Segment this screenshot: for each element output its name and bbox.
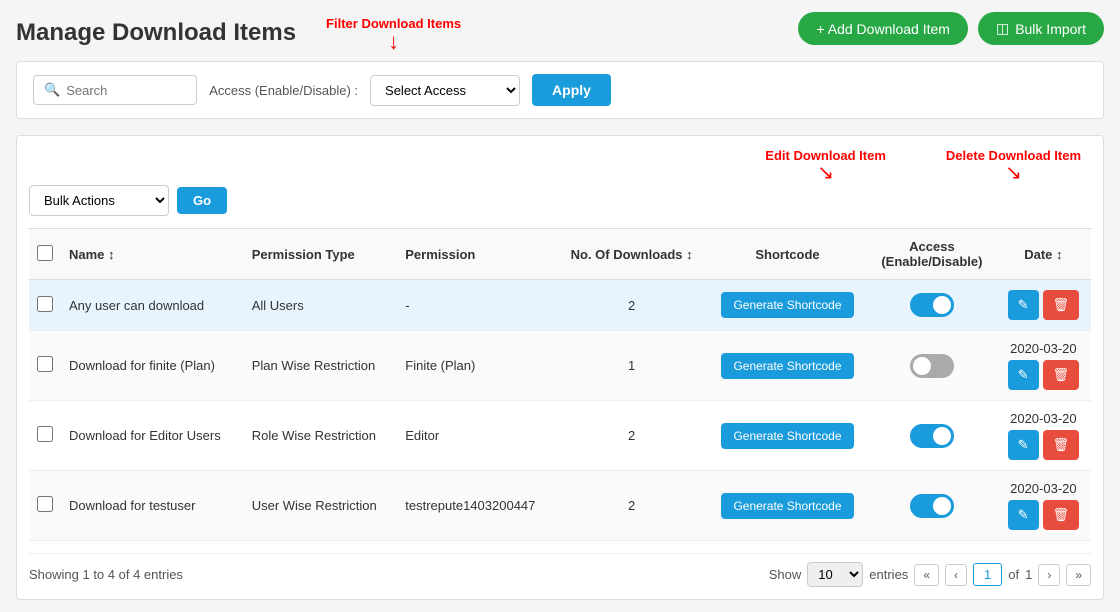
delete-annotation: Delete Download Item (946, 148, 1081, 163)
showing-entries: Showing 1 to 4 of 4 entries (29, 567, 183, 582)
generate-shortcode-button[interactable]: Generate Shortcode (721, 353, 853, 379)
col-shortcode: Shortcode (707, 229, 868, 280)
delete-button[interactable]: 🗑 (1043, 430, 1080, 460)
of-label: of (1008, 567, 1019, 582)
edit-button[interactable]: ✎ (1008, 500, 1039, 530)
table-footer: Showing 1 to 4 of 4 entries Show 10 25 5… (29, 553, 1091, 587)
row-checkbox[interactable] (37, 356, 53, 372)
first-page-button[interactable]: « (914, 564, 939, 586)
toggle-slider (910, 354, 954, 378)
col-access: Access(Enable/Disable) (868, 229, 996, 280)
cell-downloads: 2 (556, 280, 706, 331)
edit-button[interactable]: ✎ (1008, 360, 1039, 390)
cell-permission: Finite (Plan) (397, 331, 556, 401)
cell-permission: Editor (397, 401, 556, 471)
access-toggle[interactable] (910, 494, 954, 518)
toggle-slider (910, 424, 954, 448)
search-icon: 🔍 (44, 82, 60, 98)
cell-access (868, 331, 996, 401)
toggle-slider (910, 293, 954, 317)
cell-permission: testrepute1403200447 (397, 471, 556, 541)
current-page: 1 (973, 563, 1002, 586)
row-checkbox[interactable] (37, 296, 53, 312)
bulk-import-icon: ◫ (996, 20, 1009, 37)
cell-permission: - (397, 280, 556, 331)
edit-annotation: Edit Download Item (765, 148, 886, 163)
entries-label: entries (869, 567, 908, 582)
access-toggle[interactable] (910, 293, 954, 317)
pagination: Show 10 25 50 100 entries « ‹ 1 of 1 › » (769, 562, 1091, 587)
toggle-slider (910, 494, 954, 518)
edit-button[interactable]: ✎ (1008, 290, 1039, 320)
filter-bar: 🔍 Access (Enable/Disable) : Select Acces… (16, 61, 1104, 119)
prev-page-button[interactable]: ‹ (945, 564, 967, 586)
generate-shortcode-button[interactable]: Generate Shortcode (721, 423, 853, 449)
table-row: Download for Editor Users Role Wise Rest… (29, 401, 1091, 471)
cell-permission-type: All Users (244, 280, 398, 331)
cell-downloads: 2 (556, 401, 706, 471)
table-area: Edit Download Item ↘ Delete Download Ite… (16, 135, 1104, 600)
col-permission-type: Permission Type (244, 229, 398, 280)
cell-shortcode: Generate Shortcode (707, 471, 868, 541)
cell-shortcode: Generate Shortcode (707, 401, 868, 471)
cell-permission-type: Plan Wise Restriction (244, 331, 398, 401)
col-name: Name ↕ (61, 229, 244, 280)
edit-button[interactable]: ✎ (1008, 430, 1039, 460)
cell-shortcode: Generate Shortcode (707, 331, 868, 401)
access-toggle[interactable] (910, 354, 954, 378)
apply-button[interactable]: Apply (532, 74, 611, 106)
cell-access (868, 280, 996, 331)
total-pages: 1 (1025, 567, 1032, 582)
add-download-item-button[interactable]: + Add Download Item (798, 12, 967, 45)
generate-shortcode-button[interactable]: Generate Shortcode (721, 493, 853, 519)
table-row: Download for finite (Plan) Plan Wise Res… (29, 331, 1091, 401)
cell-name: Any user can download (61, 280, 244, 331)
delete-button[interactable]: 🗑 (1043, 360, 1080, 390)
row-checkbox[interactable] (37, 496, 53, 512)
cell-date: ✎ 🗑 (996, 280, 1091, 331)
bulk-actions-select[interactable]: Bulk Actions Delete (29, 185, 169, 216)
go-button[interactable]: Go (177, 187, 227, 214)
page-title: Manage Download Items (16, 19, 296, 47)
cell-access (868, 471, 996, 541)
next-page-button[interactable]: › (1038, 564, 1060, 586)
cell-downloads: 2 (556, 471, 706, 541)
cell-shortcode: Generate Shortcode (707, 280, 868, 331)
search-input-wrap: 🔍 (33, 75, 197, 105)
cell-access (868, 401, 996, 471)
col-permission: Permission (397, 229, 556, 280)
download-items-table: Name ↕ Permission Type Permission No. Of… (29, 228, 1091, 541)
cell-permission-type: Role Wise Restriction (244, 401, 398, 471)
cell-downloads: 1 (556, 331, 706, 401)
cell-date: 2020-03-20 ✎ 🗑 (996, 331, 1091, 401)
generate-shortcode-button[interactable]: Generate Shortcode (721, 292, 853, 318)
search-input[interactable] (66, 83, 186, 98)
row-checkbox[interactable] (37, 426, 53, 442)
access-label: Access (Enable/Disable) : (209, 83, 358, 98)
cell-name: Download for Editor Users (61, 401, 244, 471)
delete-button[interactable]: 🗑 (1043, 290, 1080, 320)
show-label: Show (769, 567, 802, 582)
cell-name: Download for testuser (61, 471, 244, 541)
col-downloads: No. Of Downloads ↕ (556, 229, 706, 280)
cell-date: 2020-03-20 ✎ 🗑 (996, 471, 1091, 541)
col-date: Date ↕ (996, 229, 1091, 280)
cell-name: Download for finite (Plan) (61, 331, 244, 401)
table-row: Any user can download All Users - 2 Gene… (29, 280, 1091, 331)
bulk-import-button[interactable]: ◫ Bulk Import (978, 12, 1104, 45)
per-page-select[interactable]: 10 25 50 100 (807, 562, 863, 587)
bulk-bar: Bulk Actions Delete Go (29, 185, 1091, 216)
access-toggle[interactable] (910, 424, 954, 448)
filter-annotation: Filter Download Items ↓ (326, 16, 461, 53)
cell-permission-type: User Wise Restriction (244, 471, 398, 541)
delete-button[interactable]: 🗑 (1043, 500, 1080, 530)
last-page-button[interactable]: » (1066, 564, 1091, 586)
access-select[interactable]: Select Access Enable Disable (370, 75, 520, 106)
select-all-checkbox[interactable] (37, 245, 53, 261)
cell-date: 2020-03-20 ✎ 🗑 (996, 401, 1091, 471)
table-row: Download for testuser User Wise Restrict… (29, 471, 1091, 541)
